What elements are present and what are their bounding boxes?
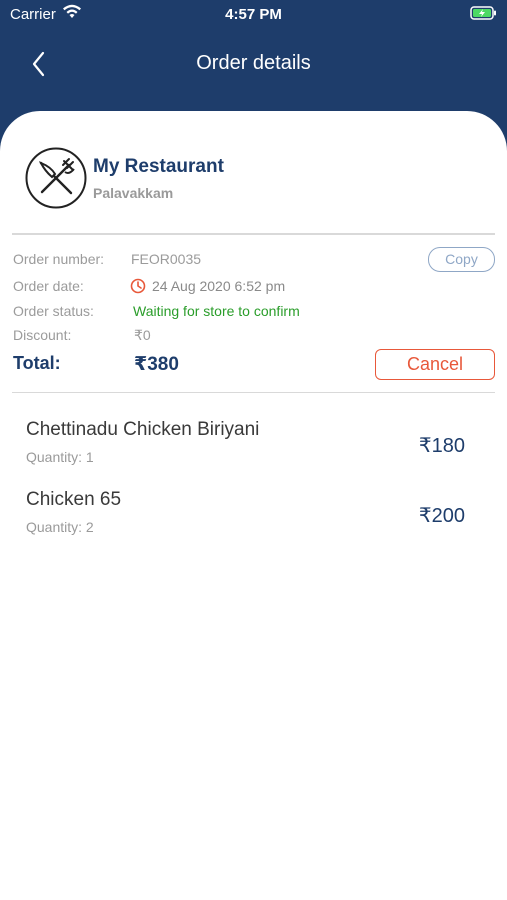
clock-icon: [130, 278, 146, 299]
item-name: Chicken 65: [26, 489, 122, 510]
cancel-order-button[interactable]: Cancel: [375, 349, 495, 380]
order-number-value: FEOR0035: [131, 251, 202, 267]
nav-bar: Order details: [0, 40, 507, 90]
restaurant-logo: [25, 147, 87, 209]
order-number-label: Order number:: [13, 251, 105, 267]
divider: [12, 392, 495, 393]
battery-icon: [470, 6, 498, 25]
item-price: ₹180: [418, 435, 465, 457]
restaurant-area: Palavakkam: [93, 185, 174, 201]
fork-knife-icon: [25, 147, 87, 209]
page-title: Order details: [196, 52, 311, 74]
copy-button[interactable]: Copy: [428, 247, 495, 272]
order-date-value: 24 Aug 2020 6:52 pm: [152, 278, 286, 294]
list-item: Chicken 65 Quantity: 2 ₹200: [0, 489, 507, 549]
restaurant-name: My Restaurant: [93, 156, 224, 177]
divider: [12, 233, 495, 235]
item-quantity: Quantity: 1: [26, 449, 94, 465]
status-bar: Carrier 4:57 PM: [0, 0, 507, 30]
item-name: Chettinadu Chicken Biriyani: [26, 419, 260, 440]
total-value: ₹380: [134, 354, 179, 375]
item-quantity: Quantity: 2: [26, 519, 94, 535]
item-price: ₹200: [418, 505, 465, 527]
order-date-label: Order date:: [13, 278, 84, 294]
status-time: 4:57 PM: [225, 6, 282, 23]
discount-value: ₹0: [134, 327, 151, 343]
order-status-label: Order status:: [13, 303, 94, 319]
list-item: Chettinadu Chicken Biriyani Quantity: 1 …: [0, 419, 507, 479]
discount-label: Discount:: [13, 327, 72, 343]
order-status-value: Waiting for store to confirm: [133, 303, 300, 319]
total-label: Total:: [13, 353, 61, 373]
